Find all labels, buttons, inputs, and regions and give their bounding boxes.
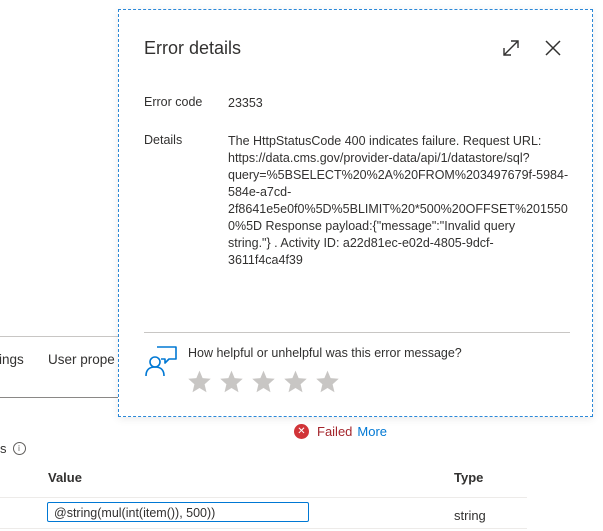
status-text: Failed [317, 424, 353, 439]
column-header-type: Type [454, 470, 484, 485]
type-value: string [454, 508, 486, 523]
star-icon[interactable] [283, 369, 308, 394]
parameters-label: s [0, 441, 7, 456]
close-icon [545, 40, 561, 56]
details-line: https://data.cms.gov/provider-data/api/1… [228, 151, 530, 165]
details-line: 584e-a7cd- [228, 185, 292, 199]
feedback-person-icon [145, 346, 177, 377]
details-line: 3611f4ca4f39 [228, 253, 303, 267]
tabs-top-divider [0, 336, 118, 337]
close-button[interactable] [542, 37, 564, 59]
feedback-question: How helpful or unhelpful was this error … [188, 346, 462, 360]
value-expression-input[interactable]: @string(mul(int(item()), 500)) [47, 502, 309, 522]
details-line: string."} . Activity ID: a22d81ec-e02d-4… [228, 236, 494, 250]
details-line: The HttpStatusCode 400 indicates failure… [228, 134, 542, 148]
star-icon[interactable] [219, 369, 244, 394]
tab-user-properties[interactable]: User prope [48, 352, 115, 367]
error-icon: ✕ [294, 424, 309, 439]
more-link[interactable]: More [357, 424, 387, 439]
table-bottom-divider [0, 528, 527, 529]
error-code-value: 23353 [228, 96, 263, 110]
details-label: Details [144, 133, 183, 147]
error-code-label: Error code [144, 95, 203, 109]
star-icon[interactable] [187, 369, 212, 394]
tab-settings[interactable]: ings [0, 352, 24, 367]
error-details-dialog: Error details Error code 23353 Details T… [118, 9, 593, 417]
dialog-title: Error details [144, 38, 242, 58]
star-rating [187, 369, 347, 394]
parameters-heading: s i [0, 441, 26, 456]
details-line: 2f8641e5e0f0%5D%5BLIMIT%20*500%20OFFSET%… [228, 202, 568, 216]
expand-button[interactable] [500, 37, 522, 59]
star-icon[interactable] [315, 369, 340, 394]
details-text: The HttpStatusCode 400 indicates failure… [228, 133, 568, 269]
activity-status: ✕ Failed More [294, 424, 387, 439]
feedback-divider [144, 332, 570, 333]
details-line: 0%5D Response payload:{"message":"Invali… [228, 219, 516, 233]
details-line: query=%5BSELECT%20%2A%20FROM%203497679f-… [228, 168, 569, 182]
table-row-divider [0, 497, 527, 498]
info-icon[interactable]: i [12, 442, 26, 455]
background-input-field[interactable] [0, 375, 118, 398]
star-icon[interactable] [251, 369, 276, 394]
expand-icon [503, 40, 519, 56]
column-header-value: Value [48, 470, 82, 485]
